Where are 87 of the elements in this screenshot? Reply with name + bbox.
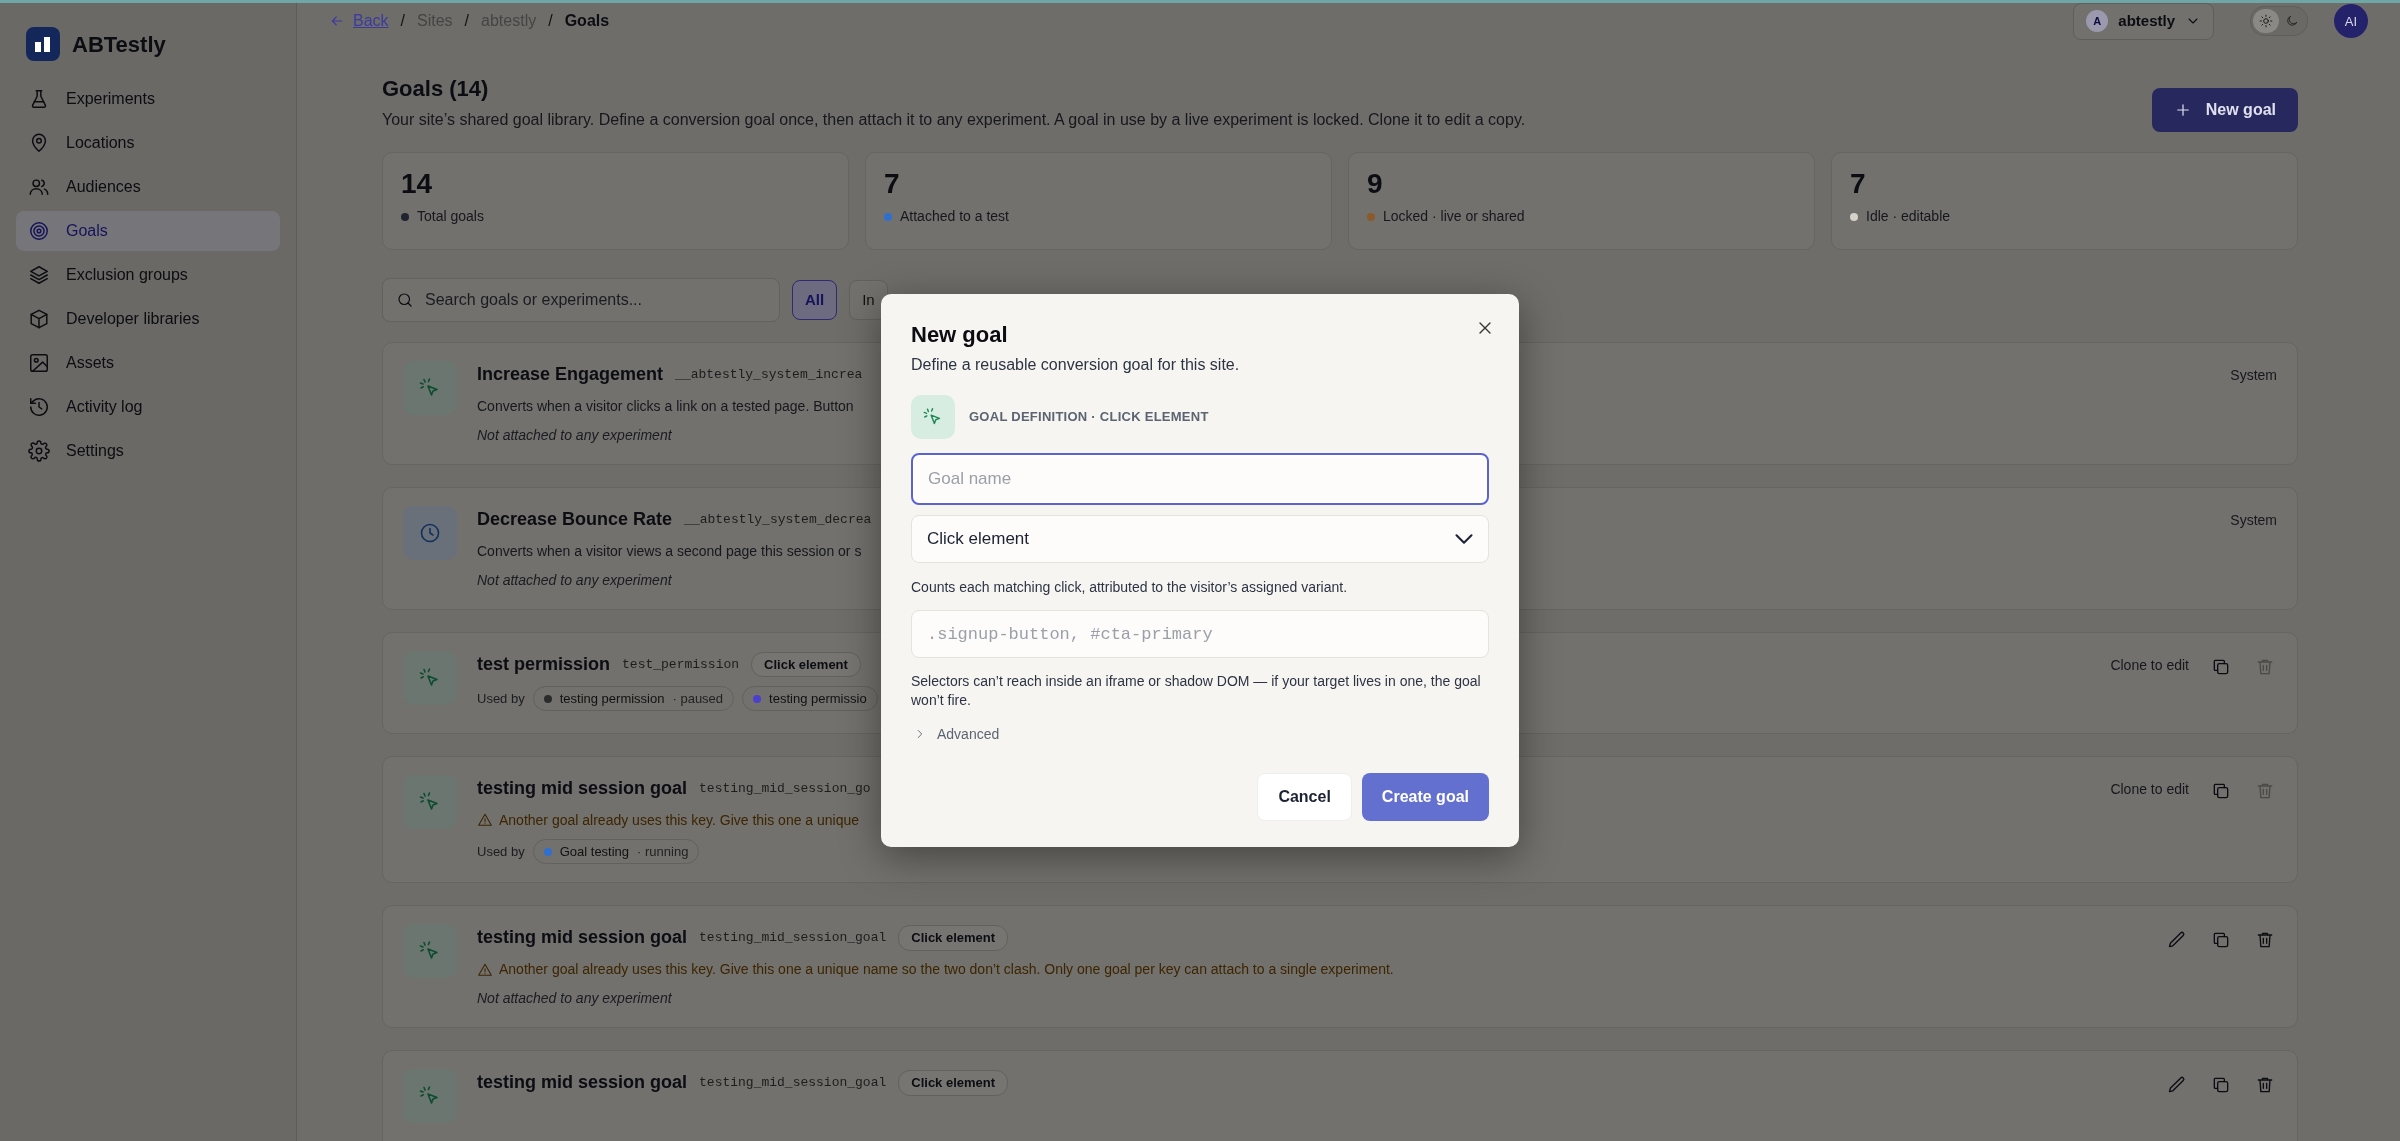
goal-note: Not attached to any experiment [477,989,672,1009]
goal-title: Increase Engagement [477,362,664,386]
goal-note: Not attached to any experiment [477,570,672,590]
goal-type: Click element [898,1070,1009,1096]
filter-chip[interactable]: All [792,279,838,321]
warning-icon [477,961,493,978]
goal-key: __abtestly_system_decrea [684,509,872,530]
system-label: System [2230,365,2277,385]
goal-type-select[interactable]: Click element [911,515,1489,564]
search-field[interactable]: Search goals or experiments... [382,277,780,322]
sidebar-item[interactable]: Experiments [16,79,280,119]
stat-label: Idle · editable [1866,207,1951,227]
chevron-down-icon [1455,534,1473,545]
clone-hint: Clone to edit [2110,655,2189,675]
stat-label: Attached to a test [900,207,1009,227]
used-by-label: Used by [477,689,525,708]
goal-key: testing_mid_session_go [699,778,871,799]
goal-note: Not attached to any experiment [477,425,672,445]
search-icon [396,290,414,309]
sun-icon[interactable] [2259,14,2273,29]
goal-title: test permission [477,652,611,676]
goal-key: testing_mid_session_goal [699,1073,887,1093]
workspace-name: abtestly [2118,11,2175,31]
sidebar-item[interactable]: Exclusion groups [16,255,280,295]
goal-title: Decrease Bounce Rate [477,507,673,531]
box-icon [28,308,50,330]
stat-label: Total goals [417,207,484,227]
breadcrumb-separator: / [548,11,553,32]
new-goal-button[interactable]: New goal [2151,87,2298,132]
warning-text: Another goal already uses this key. Give this one a unique name so the two don’t clash. Only one goal per key can attach to a single experiment. [499,960,1394,980]
sidebar-item[interactable]: Settings [16,431,280,471]
filter-chip[interactable]: In [849,279,888,321]
target-icon [28,220,50,242]
section-label: GOAL DEFINITION · CLICK ELEMENT [969,408,1209,427]
warning-icon [477,812,493,829]
clone-hint: Clone to edit [2110,779,2189,799]
goal-title: testing mid session goal [477,776,688,800]
sidebar-item[interactable]: Goals [16,211,280,251]
stat-value: 7 [1850,166,1867,201]
breadcrumb-separator: / [464,11,470,32]
sidebar-item[interactable]: Audiences [16,167,280,207]
goal-name-field[interactable]: Goal name [911,453,1489,506]
workspace-selector[interactable]: A abtestly [2073,3,2214,40]
goal-key: test_permission [622,654,740,675]
dialog-subtitle: Define a reusable conversion goal for this site. [911,355,1241,376]
logo-icon [26,27,60,61]
goal-title: testing mid session goal [477,926,688,950]
breadcrumb-item: Goals [564,11,610,32]
sidebar-item[interactable]: Developer libraries [16,299,280,339]
goal-title: testing mid session goal [477,1071,688,1095]
system-label: System [2230,510,2277,530]
users-icon [28,176,50,198]
create-goal-button[interactable]: Create goal [1361,772,1489,821]
stat-value: 9 [1367,166,1384,201]
history-icon [28,396,50,418]
page-title: Goals (14) [382,75,490,102]
sidebar-item[interactable]: Locations [16,123,280,163]
dialog-title: New goal [911,322,1008,349]
sidebar-item[interactable]: Activity log [16,387,280,427]
cursor-click-icon [911,395,955,440]
goal-type: Click element [751,651,861,678]
goal-type: Click element [898,925,1009,951]
warning-text: Another goal already uses this key. Give this one a unique [499,810,860,830]
stat-value: 14 [401,166,434,201]
workspace-initial: A [2086,10,2109,33]
theme-toggle[interactable] [2250,6,2308,37]
goal-description: Converts when a visitor clicks a link on a tested page. Button [477,396,854,416]
layers-icon [28,264,50,286]
user-avatar[interactable]: AI [2334,4,2368,39]
breadcrumb-separator: / [400,11,406,32]
stat-label: Locked · live or shared [1383,207,1525,227]
selector-field[interactable]: .signup-button, #cta-primary [911,610,1489,659]
advanced-toggle[interactable]: Advanced [911,719,1002,749]
page-description: Your site’s shared goal library. Define a conversion goal once, then attach it to any experiment. A goal in use by a live experiment is locked. Clone it to edit a copy. [382,109,1526,130]
selector-warning: Selectors can’t reach inside an iframe or shadow DOM — if your target lives in one, the goal won’t fire. [911,672,1482,710]
goal-key: __abtestly_system_increa [675,364,863,385]
brand-name: ABTestly [72,30,166,59]
goal-key: testing_mid_session_goal [699,928,887,948]
image-icon [28,352,50,374]
stat-value: 7 [884,166,901,201]
used-by-label: Used by [477,842,525,861]
cancel-button[interactable]: Cancel [1257,772,1352,821]
gear-icon [28,440,50,462]
sidebar-item[interactable]: Assets [16,343,280,383]
goal-description: Converts when a visitor views a second page this session or s [477,541,862,561]
moon-icon[interactable] [2285,14,2299,29]
type-hint: Counts each matching click, attributed to the visitor’s assigned variant. [911,578,1349,598]
